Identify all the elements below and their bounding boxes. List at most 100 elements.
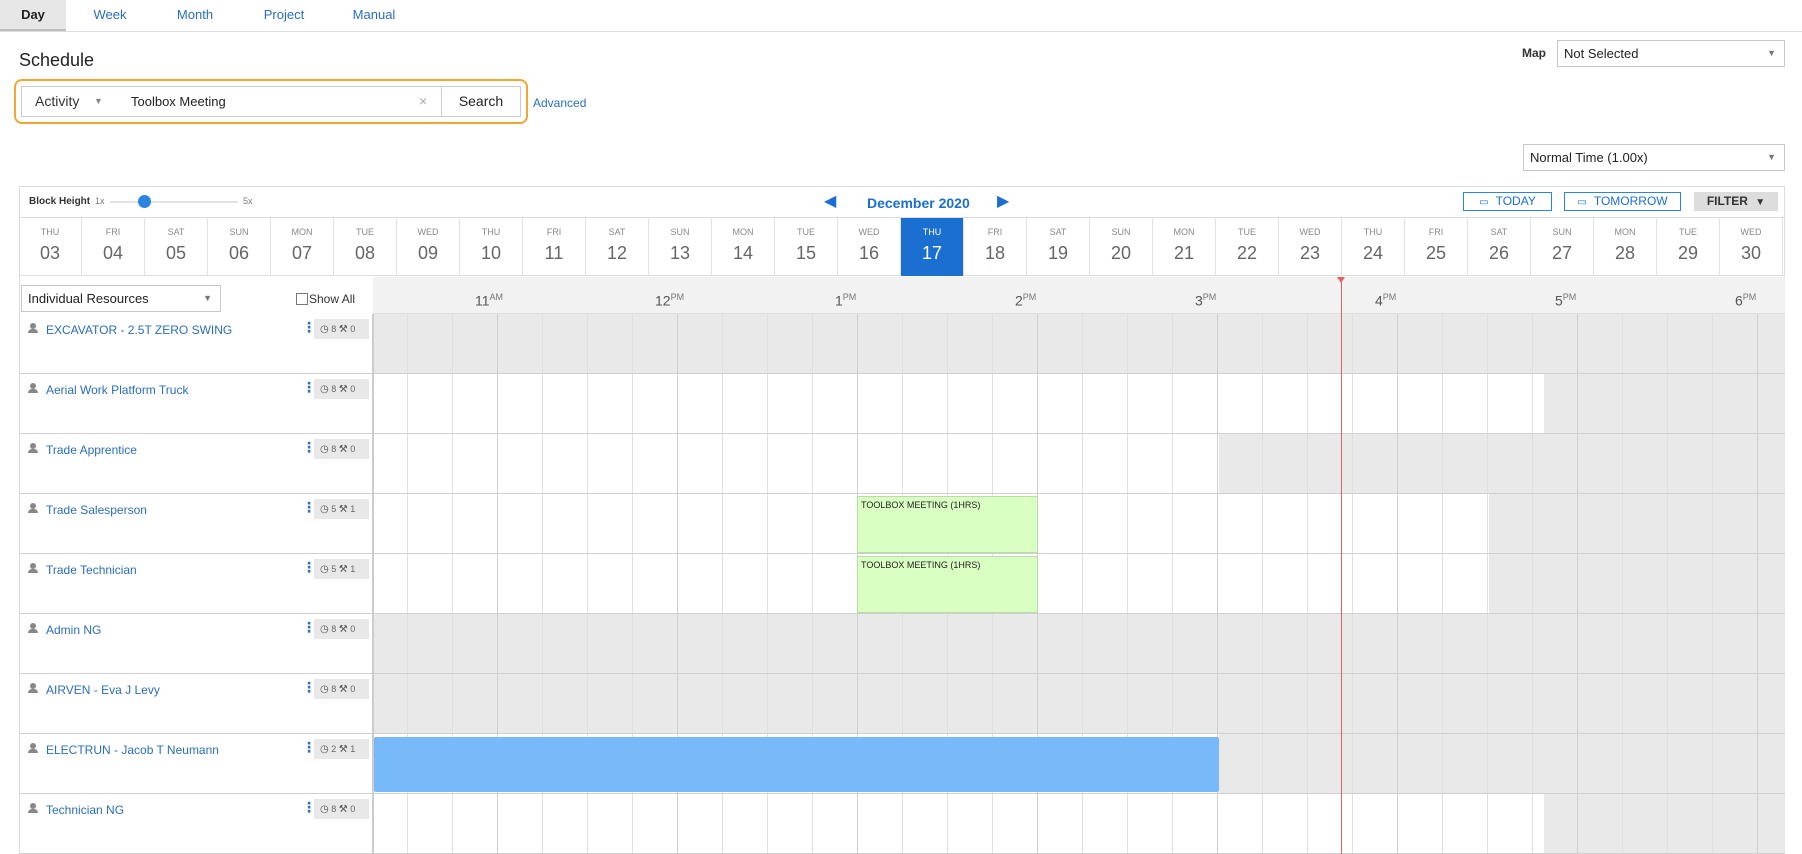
map-select[interactable]: Not Selected ▼ xyxy=(1557,40,1785,67)
resource-stats-badge: ◷ 8 ⚒ 0 xyxy=(314,379,369,399)
advanced-search-link[interactable]: Advanced xyxy=(533,96,586,110)
hours-count: 8 xyxy=(331,384,337,394)
block-height-slider-handle[interactable] xyxy=(138,195,151,208)
hour-label: 3PM xyxy=(1195,292,1216,309)
schedule-row[interactable] xyxy=(374,794,1785,854)
date-cell[interactable]: MON 21 xyxy=(1153,218,1216,276)
resource-name-link[interactable]: Technician NG xyxy=(46,803,124,817)
tab-manual[interactable]: Manual xyxy=(342,0,406,31)
busy-block[interactable] xyxy=(374,737,1219,792)
schedule-row[interactable] xyxy=(374,614,1785,674)
day-number: 06 xyxy=(228,243,250,263)
today-button[interactable]: ▭ TODAY xyxy=(1463,192,1552,211)
tab-week[interactable]: Week xyxy=(80,0,140,31)
resource-type-value: Individual Resources xyxy=(28,291,149,306)
date-cell[interactable]: SAT 26 xyxy=(1468,218,1531,276)
hours-count: 8 xyxy=(331,684,337,694)
person-icon xyxy=(28,623,38,633)
day-number: 13 xyxy=(669,243,691,263)
resource-type-select[interactable]: Individual Resources ▼ xyxy=(21,285,221,312)
schedule-row[interactable] xyxy=(374,434,1785,494)
person-icon xyxy=(28,383,38,393)
resource-name-link[interactable]: Trade Apprentice xyxy=(46,443,137,457)
resource-name-link[interactable]: AIRVEN - Eva J Levy xyxy=(46,683,160,697)
date-cell[interactable]: FRI 11 xyxy=(523,218,586,276)
search-type-select[interactable]: Activity ▼ xyxy=(21,86,111,117)
date-cell[interactable]: FRI 04 xyxy=(82,218,145,276)
date-cell[interactable]: MON 07 xyxy=(271,218,334,276)
checkbox-icon[interactable] xyxy=(296,293,308,305)
day-of-week: WED xyxy=(1299,227,1321,237)
schedule-row[interactable] xyxy=(374,314,1785,374)
date-cell[interactable]: TUE 15 xyxy=(775,218,838,276)
date-cell[interactable]: THU 24 xyxy=(1342,218,1405,276)
resource-name-link[interactable]: Aerial Work Platform Truck xyxy=(46,383,188,397)
resource-name-link[interactable]: EXCAVATOR - 2.5T ZERO SWING xyxy=(46,323,232,337)
clock-icon: ◷ xyxy=(320,444,329,455)
schedule-row[interactable] xyxy=(374,494,1785,554)
date-cell[interactable]: SUN 20 xyxy=(1090,218,1153,276)
block-height-slider[interactable] xyxy=(110,201,238,203)
date-cell[interactable]: SAT 12 xyxy=(586,218,649,276)
tab-day[interactable]: Day xyxy=(0,0,66,31)
date-cell[interactable]: FRI 25 xyxy=(1405,218,1468,276)
day-number: 28 xyxy=(1614,243,1636,263)
schedule-grid[interactable]: TOOLBOX MEETING (1HRS) TOOLBOX MEETING (1… xyxy=(373,314,1785,854)
day-of-week: THU xyxy=(481,227,501,237)
date-cell[interactable]: WED 09 xyxy=(397,218,460,276)
day-of-week: WED xyxy=(417,227,439,237)
wrench-icon: ⚒ xyxy=(338,384,348,395)
day-number: 11 xyxy=(544,243,564,263)
previous-month-icon[interactable]: ◀ xyxy=(824,191,836,211)
hour-value: 1 xyxy=(835,292,843,309)
schedule-row[interactable] xyxy=(374,554,1785,614)
schedule-row[interactable] xyxy=(374,374,1785,434)
schedule-row[interactable] xyxy=(374,674,1785,734)
next-month-icon[interactable]: ▶ xyxy=(997,191,1009,211)
date-cell[interactable]: MON 14 xyxy=(712,218,775,276)
date-cell[interactable]: MON 28 xyxy=(1594,218,1657,276)
date-cell[interactable]: TUE 29 xyxy=(1657,218,1720,276)
date-cell[interactable]: THU 03 xyxy=(19,218,82,276)
hour-label: 2PM xyxy=(1015,292,1036,309)
date-cell[interactable]: THU 10 xyxy=(460,218,523,276)
search-button[interactable]: Search xyxy=(441,86,521,117)
search-input[interactable]: Toolbox Meeting xyxy=(111,86,457,117)
date-cell[interactable]: SAT 05 xyxy=(145,218,208,276)
jobs-count: 1 xyxy=(350,564,356,574)
tomorrow-button[interactable]: ▭ TOMORROW xyxy=(1564,192,1681,211)
resource-name-link[interactable]: Trade Technician xyxy=(46,563,137,577)
chevron-down-icon: ▼ xyxy=(94,96,103,106)
day-number: 08 xyxy=(354,243,376,263)
resource-name-link[interactable]: ELECTRUN - Jacob T Neumann xyxy=(46,743,219,757)
date-cell[interactable]: FRI 18 xyxy=(964,218,1027,276)
tab-month[interactable]: Month xyxy=(165,0,225,31)
date-cell[interactable]: THU 17 xyxy=(901,218,964,276)
date-cell[interactable]: WED 23 xyxy=(1279,218,1342,276)
clear-icon[interactable]: × xyxy=(419,93,427,109)
date-cell[interactable]: SUN 06 xyxy=(208,218,271,276)
tab-project[interactable]: Project xyxy=(252,0,316,31)
wrench-icon: ⚒ xyxy=(338,744,348,755)
date-cell[interactable]: SUN 13 xyxy=(649,218,712,276)
show-all-label: Show All xyxy=(309,292,356,306)
event-block[interactable]: TOOLBOX MEETING (1HRS) xyxy=(857,496,1038,553)
resource-name-link[interactable]: Trade Salesperson xyxy=(46,503,147,517)
clock-icon: ◷ xyxy=(320,624,329,635)
date-cell[interactable]: WED 16 xyxy=(838,218,901,276)
event-block[interactable]: TOOLBOX MEETING (1HRS) xyxy=(857,556,1038,613)
show-all-checkbox[interactable]: Show All xyxy=(296,292,355,306)
date-cell[interactable]: TUE 22 xyxy=(1216,218,1279,276)
resource-name-link[interactable]: Admin NG xyxy=(46,623,101,637)
filter-button[interactable]: FILTER ▼ xyxy=(1694,192,1778,211)
date-cell[interactable]: TUE 08 xyxy=(334,218,397,276)
person-icon xyxy=(28,743,38,753)
caret-down-icon: ▼ xyxy=(1755,197,1766,208)
date-cell[interactable]: SUN 27 xyxy=(1531,218,1594,276)
date-cell[interactable]: WED 30 xyxy=(1720,218,1783,276)
time-scale-select[interactable]: Normal Time (1.00x) ▼ xyxy=(1523,144,1785,171)
date-cell[interactable]: SAT 19 xyxy=(1027,218,1090,276)
filter-label: FILTER xyxy=(1706,194,1748,208)
day-number: 07 xyxy=(291,243,313,263)
hour-ampm: PM xyxy=(1382,292,1397,302)
